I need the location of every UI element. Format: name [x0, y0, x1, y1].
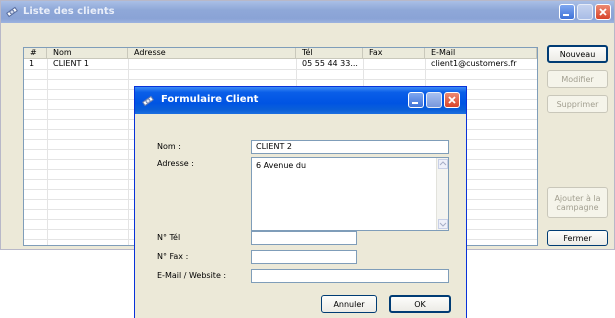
column-header-email[interactable]: E-Mail — [425, 48, 537, 59]
cell-email: client1@customers.fr — [431, 59, 517, 68]
maximize-icon[interactable] — [426, 92, 442, 108]
satellite-icon — [141, 94, 155, 108]
adresse-label: Adresse : — [157, 159, 194, 168]
cell-num: 1 — [29, 59, 35, 68]
minimize-icon[interactable] — [408, 92, 424, 108]
adresse-value: 6 Avenue du — [256, 161, 307, 170]
satellite-icon — [5, 5, 19, 19]
nouveau-button[interactable]: Nouveau — [547, 45, 608, 63]
nom-field[interactable]: CLIENT 2 — [251, 140, 449, 154]
ok-button[interactable]: OK — [389, 295, 451, 313]
tel-field[interactable] — [251, 231, 357, 245]
column-header-fax[interactable]: Fax — [363, 48, 425, 59]
annuler-button[interactable]: Annuler — [321, 295, 377, 313]
scrollbar[interactable] — [436, 158, 448, 230]
modifier-button[interactable]: Modifier — [547, 70, 608, 88]
close-icon[interactable] — [444, 92, 460, 108]
dialog-title: Formulaire Client — [161, 94, 259, 105]
adresse-textarea[interactable]: 6 Avenue du — [251, 157, 449, 231]
maximize-icon[interactable] — [577, 4, 593, 20]
minimize-icon[interactable] — [559, 4, 575, 20]
main-window-title: Liste des clients — [23, 6, 115, 17]
chevron-down-icon[interactable] — [438, 219, 448, 229]
client-form-dialog: Formulaire Client Nom : CLIENT 2 Adresse… — [134, 86, 467, 318]
column-header-nom[interactable]: Nom — [47, 48, 128, 59]
cell-tel: 05 55 44 33... — [302, 59, 358, 68]
fax-label: N° Fax : — [157, 252, 189, 261]
ajouter-line-1: Ajouter à la — [554, 193, 601, 203]
email-field[interactable] — [251, 269, 449, 283]
ajouter-campagne-button[interactable]: Ajouter à la campagne — [547, 187, 608, 218]
main-titlebar[interactable]: Liste des clients — [1, 1, 614, 23]
column-header-num[interactable]: # — [24, 48, 47, 59]
nom-label: Nom : — [157, 142, 181, 151]
fax-field[interactable] — [251, 250, 357, 264]
tel-label: N° Tél — [157, 233, 181, 242]
dialog-titlebar[interactable]: Formulaire Client — [135, 87, 466, 114]
email-label: E-Mail / Website : — [157, 271, 227, 280]
ajouter-line-2: campagne — [556, 202, 599, 212]
close-icon[interactable] — [595, 4, 611, 20]
table-row[interactable]: 1 CLIENT 1 05 55 44 33... client1@custom… — [24, 59, 535, 69]
supprimer-button[interactable]: Supprimer — [547, 95, 608, 113]
column-header-tel[interactable]: Tél — [296, 48, 363, 59]
cell-nom: CLIENT 1 — [53, 59, 89, 68]
column-header-adresse[interactable]: Adresse — [128, 48, 296, 59]
chevron-up-icon[interactable] — [438, 159, 448, 169]
fermer-button[interactable]: Fermer — [547, 230, 608, 246]
